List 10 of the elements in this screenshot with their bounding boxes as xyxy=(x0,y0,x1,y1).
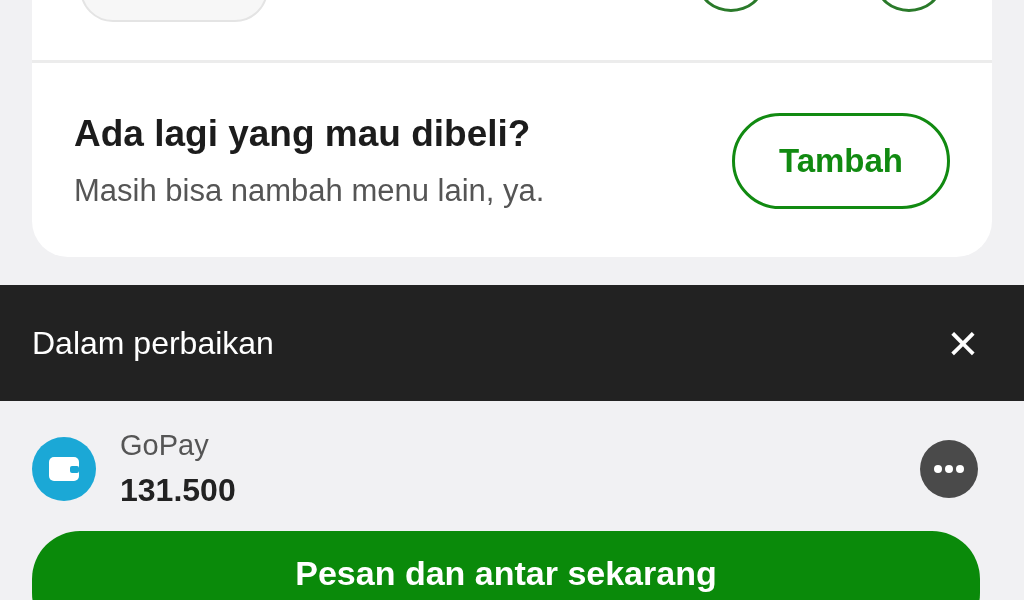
order-button[interactable]: Pesan dan antar sekarang xyxy=(32,531,980,600)
close-button[interactable]: × xyxy=(947,317,978,369)
add-more-subtitle: Masih bisa nambah menu lain, ya. xyxy=(74,173,546,209)
payment-method: GoPay xyxy=(120,429,210,462)
payment-balance: 131.500 xyxy=(120,472,236,509)
add-more-title: Ada lagi yang mau dibeli? xyxy=(74,113,532,155)
add-button[interactable]: Tambah xyxy=(732,113,950,209)
more-icon[interactable] xyxy=(920,440,978,498)
banner-text: Dalam perbaikan xyxy=(32,324,275,362)
wallet-icon xyxy=(32,437,96,501)
